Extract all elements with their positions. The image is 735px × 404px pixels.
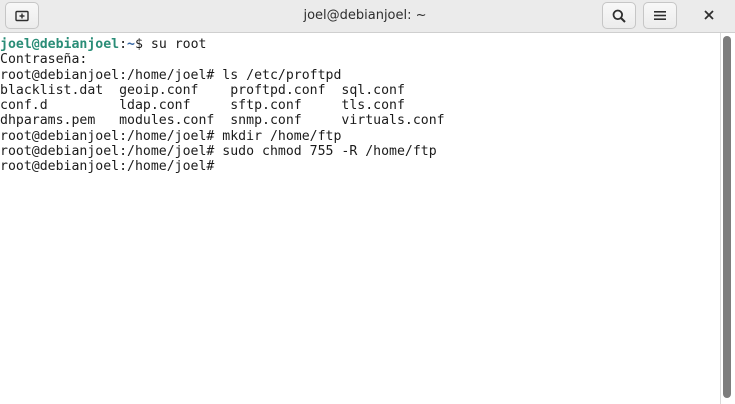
terminal-line: dhparams.pem modules.conf snmp.conf virt… [0, 113, 445, 129]
window-title: joel@debianjoel: ~ [303, 8, 427, 23]
terminal-line: blacklist.dat geoip.conf proftpd.conf sq… [0, 82, 405, 98]
close-button[interactable] [692, 2, 726, 29]
terminal-line: root@debianjoel:/home/joel# ls /etc/prof… [0, 67, 342, 83]
prompt-user-host: joel@debianjoel [0, 37, 120, 52]
search-icon [612, 9, 626, 23]
hamburger-menu-icon [654, 10, 666, 21]
terminal-line: root@debianjoel:/home/joel# mkdir /home/… [0, 128, 342, 144]
terminal-output[interactable]: joel@debianjoel:~$ su root Contraseña: r… [0, 33, 720, 404]
terminal-line: root@debianjoel:/home/joel# [0, 159, 223, 175]
close-icon [704, 7, 714, 25]
terminal-line: joel@debianjoel:~$ su root [0, 37, 720, 52]
new-tab-button[interactable] [5, 2, 39, 29]
menu-button[interactable] [643, 2, 677, 29]
command-text: $ su root [135, 37, 207, 52]
scrollbar-thumb[interactable] [723, 36, 731, 398]
terminal-window: joel@debianjoel: ~ joel@debianjoel:~$ su… [0, 0, 735, 404]
prompt-path: ~ [127, 37, 135, 52]
terminal-line: root@debianjoel:/home/joel# sudo chmod 7… [0, 144, 437, 160]
terminal-line: conf.d ldap.conf sftp.conf tls.conf [0, 98, 405, 114]
prompt-separator: : [119, 37, 128, 52]
search-button[interactable] [602, 2, 636, 29]
new-tab-icon [15, 9, 29, 22]
vertical-scrollbar[interactable] [720, 33, 735, 404]
headerbar: joel@debianjoel: ~ [0, 0, 735, 33]
terminal-line: Contraseña: [0, 52, 88, 68]
